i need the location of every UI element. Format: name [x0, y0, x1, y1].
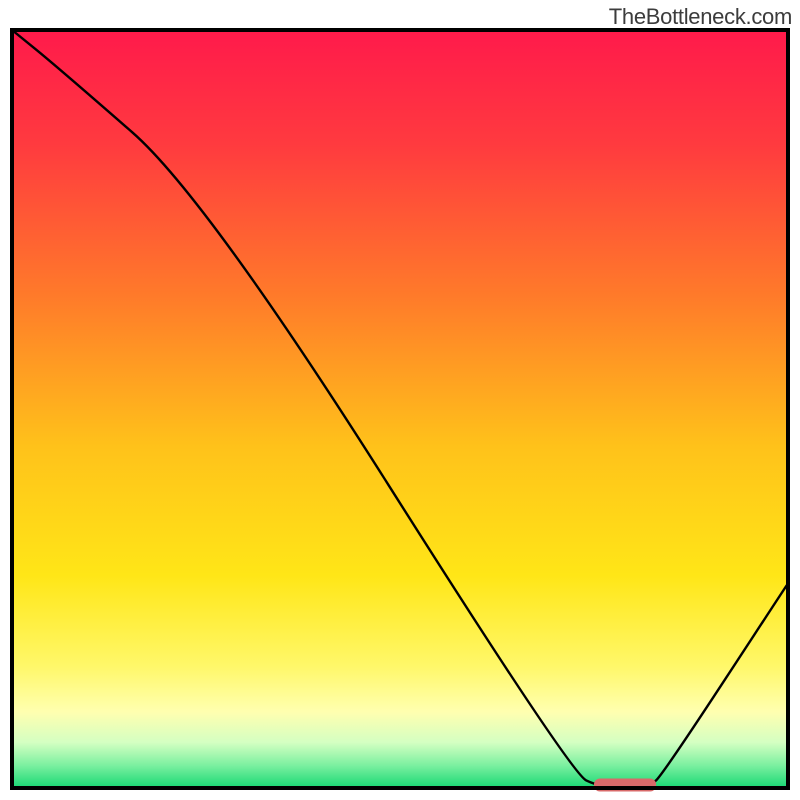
watermark-text: TheBottleneck.com	[609, 4, 792, 30]
chart-root: TheBottleneck.com	[0, 0, 800, 800]
plot-background	[12, 30, 788, 788]
bottleneck-chart	[0, 0, 800, 800]
